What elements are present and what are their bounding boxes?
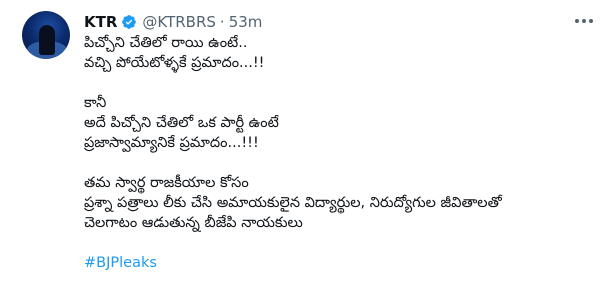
more-dot [589, 19, 593, 23]
tweet-paragraph: కానీ అదే పిచ్చోని చేతిలో ఒక పార్టీ ఉంటే … [84, 93, 594, 153]
author-avatar[interactable] [22, 11, 70, 59]
avatar-figure [39, 25, 55, 55]
tweet-timestamp[interactable]: 53m [229, 13, 263, 31]
tweet-line: చెలగాటం ఆడుతున్న బీజేపి నాయకులు [84, 215, 303, 231]
tweet-line: పిచ్చోని చేతిలో రాయి ఉంటే.. [84, 35, 248, 51]
tweet-line: ప్రశ్నా పత్రాలు లీకు చేసి అమాయకులైన విద్… [84, 195, 502, 211]
more-dot [582, 19, 586, 23]
header-separator: · [219, 13, 225, 31]
tweet-line: వచ్చి పోయేటోళ్ళకే ప్రమాదం...!! [84, 55, 265, 71]
tweet-line: తమ స్వార్థ రాజకీయాల కోసం [84, 175, 249, 191]
more-options-icon[interactable] [575, 14, 593, 28]
tweet-text: పిచ్చోని చేతిలో రాయి ఉంటే.. వచ్చి పోయేటో… [84, 33, 594, 273]
tweet-line: కానీ [84, 95, 107, 111]
hashtag-link[interactable]: #BJPleaks [84, 253, 594, 273]
more-dot [575, 19, 579, 23]
tweet-card: KTR @KTRBRS · 53m పిచ్చోని చేతిలో రాయి ఉ… [0, 0, 611, 289]
tweet-paragraph: తమ స్వార్థ రాజకీయాల కోసం ప్రశ్నా పత్రాలు… [84, 173, 594, 233]
verified-badge-icon [122, 15, 137, 29]
author-handle[interactable]: @KTRBRS [142, 13, 216, 31]
tweet-line: ప్రజాస్వామ్యానికే ప్రమాదం...!!! [84, 135, 259, 151]
tweet-line: అదే పిచ్చోని చేతిలో ఒక పార్టీ ఉంటే [84, 115, 279, 131]
tweet-paragraph: పిచ్చోని చేతిలో రాయి ఉంటే.. వచ్చి పోయేటో… [84, 33, 594, 73]
author-name[interactable]: KTR [84, 13, 117, 31]
tweet-header: KTR @KTRBRS · 53m [84, 12, 262, 32]
